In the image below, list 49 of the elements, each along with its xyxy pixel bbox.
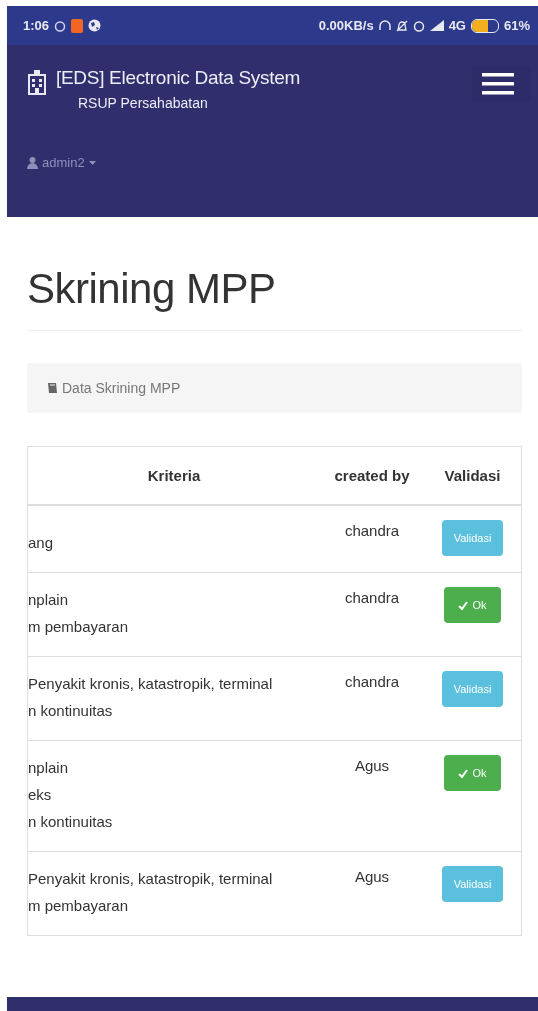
muted-bell-icon bbox=[395, 19, 408, 32]
table-cell-text: Agus bbox=[354, 756, 390, 776]
headphones-icon bbox=[378, 19, 391, 32]
check-icon bbox=[458, 768, 469, 778]
user-name: admin2 bbox=[42, 155, 85, 170]
table-cell-text: eks bbox=[28, 785, 53, 805]
table-cell-text: chandra bbox=[344, 521, 400, 541]
validate-button[interactable]: Validasi bbox=[441, 520, 504, 556]
table-cell-text: chandra bbox=[344, 672, 400, 692]
table-cell-text: Agus bbox=[354, 867, 390, 887]
check-icon bbox=[458, 600, 469, 610]
validate-button[interactable]: Validasi bbox=[441, 671, 504, 707]
network-speed: 0.00KB/s bbox=[318, 18, 374, 33]
table-cell-text: Penyakit kronis, katastropik, terminal bbox=[28, 869, 274, 889]
network-type: 4G bbox=[448, 18, 466, 33]
alarm-icon bbox=[412, 19, 425, 32]
globe-icon bbox=[88, 19, 102, 32]
validate-button[interactable]: Validasi bbox=[441, 866, 504, 902]
column-header: Validasi bbox=[424, 447, 521, 505]
battery-percent: 61% bbox=[503, 18, 530, 33]
alarm-icon bbox=[54, 19, 67, 32]
ok-button[interactable]: Ok bbox=[444, 755, 501, 791]
table-cell-text: n kontinuitas bbox=[28, 701, 114, 721]
page-title: Skrining MPP bbox=[27, 265, 277, 313]
table-cell-text: nplain bbox=[28, 758, 70, 778]
table-cell-text: n kontinuitas bbox=[28, 812, 114, 832]
menu-icon bbox=[482, 73, 514, 95]
column-header: created by bbox=[320, 447, 424, 505]
table-cell-text: Penyakit kronis, katastropik, terminal bbox=[28, 674, 274, 694]
battery-icon bbox=[470, 18, 499, 33]
book-icon bbox=[47, 382, 58, 394]
table-cell-text: nplain bbox=[28, 590, 70, 610]
column-header: Kriteria bbox=[28, 447, 320, 505]
table-cell-text: chandra bbox=[344, 588, 400, 608]
user-icon bbox=[27, 156, 38, 169]
signal-icon bbox=[429, 20, 444, 31]
menu-button[interactable] bbox=[472, 67, 530, 101]
breadcrumb-item[interactable]: Data Skrining MPP bbox=[62, 380, 181, 396]
hospital-icon bbox=[27, 69, 47, 95]
app-subtitle: RSUP Persahabatan bbox=[78, 95, 209, 111]
app-title: [EDS] Electronic Data System bbox=[56, 67, 300, 89]
app-notification-icon bbox=[71, 18, 84, 33]
table-cell-text: m pembayaran bbox=[28, 896, 130, 916]
caret-icon bbox=[88, 160, 96, 165]
ok-button[interactable]: Ok bbox=[444, 587, 501, 623]
table-cell-text: ang bbox=[28, 533, 55, 553]
clock-time: 1:06 bbox=[23, 18, 50, 33]
table-cell-text: m pembayaran bbox=[28, 617, 130, 637]
user-menu[interactable]: admin2 bbox=[27, 155, 96, 170]
